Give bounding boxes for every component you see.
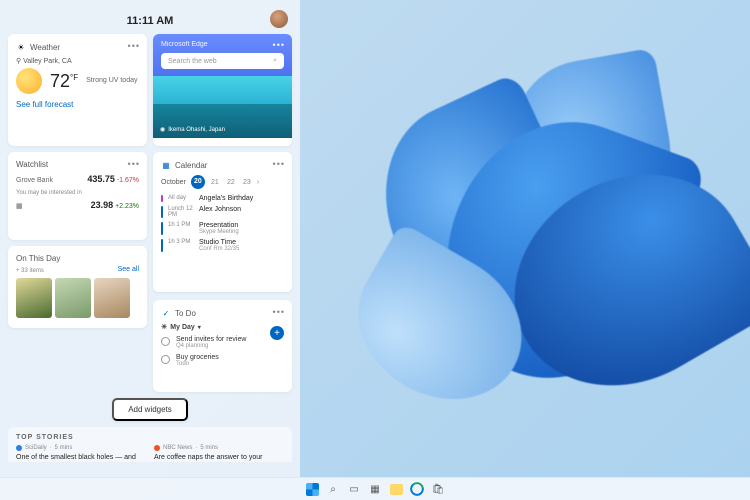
- file-explorer-button[interactable]: [388, 481, 404, 497]
- weather-title: Weather: [30, 43, 60, 52]
- watchlist-suggestion-label: You may be interested in: [16, 190, 139, 196]
- todo-item[interactable]: Buy groceriesTodo: [161, 354, 284, 367]
- weather-location: ⚲Valley Park, CA: [16, 57, 139, 65]
- photos-title: On This Day: [16, 254, 60, 263]
- edge-more-icon[interactable]: •••: [273, 40, 285, 50]
- news-section: TOP STORIES SciDaily · 5 mins One of the…: [8, 427, 292, 462]
- weather-widget[interactable]: ☀ Weather ••• ⚲Valley Park, CA 72°F Stro…: [8, 34, 147, 146]
- stock-row[interactable]: ▦ 23.98 +2.23%: [16, 200, 139, 210]
- user-avatar[interactable]: [270, 10, 288, 28]
- calendar-event[interactable]: All day Angela's Birthday: [161, 195, 284, 202]
- news-item[interactable]: NBC News · 5 mins Are coffee naps the an…: [154, 445, 284, 462]
- edge-widget[interactable]: Microsoft Edge ••• Search the web ⌕ ◉Ike…: [153, 34, 292, 146]
- edge-title: Microsoft Edge: [161, 41, 284, 48]
- stock-row[interactable]: Grove Bank 435.75 -1.67%: [16, 174, 139, 184]
- see-all-link[interactable]: See all: [118, 266, 139, 273]
- calendar-icon: ▦: [161, 160, 171, 170]
- calendar-day[interactable]: 23: [241, 179, 253, 186]
- see-forecast-link[interactable]: See full forecast: [16, 100, 139, 109]
- todo-checkbox[interactable]: [161, 337, 170, 346]
- calendar-more-icon[interactable]: •••: [273, 159, 285, 169]
- todo-more-icon[interactable]: •••: [273, 307, 285, 317]
- calendar-day-selected[interactable]: 20: [191, 175, 205, 189]
- photo-thumbnail[interactable]: [16, 278, 52, 318]
- widgets-panel: 11:11 AM ☀ Weather ••• ⚲Valley Park, CA …: [0, 0, 300, 477]
- watchlist-title: Watchlist: [16, 160, 48, 169]
- taskbar: ⌕ ▭ ▦ 🛍: [0, 477, 750, 500]
- news-item[interactable]: SciDaily · 5 mins One of the smallest bl…: [16, 445, 146, 462]
- calendar-widget[interactable]: ▦ Calendar ••• October 20 21 22 23 › All…: [153, 152, 292, 292]
- search-icon: ⌕: [273, 57, 277, 65]
- todo-title: To Do: [175, 309, 196, 318]
- edge-search-input[interactable]: Search the web ⌕: [161, 53, 284, 69]
- calendar-event[interactable]: Lunch 12 PM Alex Johnson: [161, 206, 284, 218]
- calendar-title: Calendar: [175, 161, 207, 170]
- add-widgets-button[interactable]: Add widgets: [112, 398, 188, 421]
- calendar-day[interactable]: 21: [209, 179, 221, 186]
- sun-icon: [16, 68, 42, 94]
- photos-widget[interactable]: On This Day + 33 items See all: [8, 246, 147, 328]
- todo-checkbox[interactable]: [161, 355, 170, 364]
- check-icon: ✓: [161, 308, 171, 318]
- photo-thumbnail[interactable]: [94, 278, 130, 318]
- photo-thumbnail[interactable]: [55, 278, 91, 318]
- calendar-event[interactable]: 1h 1 PM PresentationSkype Meeting: [161, 222, 284, 235]
- task-view-button[interactable]: ▭: [346, 481, 362, 497]
- widgets-button[interactable]: ▦: [367, 481, 383, 497]
- start-button[interactable]: [304, 481, 320, 497]
- weather-icon: ☀: [16, 42, 26, 52]
- todo-widget[interactable]: ✓ To Do ••• ☀My Day▾ + Send invites for …: [153, 300, 292, 392]
- weather-description: Strong UV today: [86, 76, 137, 85]
- weather-more-icon[interactable]: •••: [128, 41, 140, 51]
- weather-temperature: 72°F: [50, 71, 78, 92]
- calendar-event[interactable]: 1h 3 PM Studio TimeConf Rm 32/35: [161, 239, 284, 252]
- calendar-month[interactable]: October: [161, 179, 186, 186]
- edge-photo: ◉Ikema Ohashi, Japan: [153, 76, 292, 138]
- edge-caption: ◉Ikema Ohashi, Japan: [160, 126, 225, 133]
- store-button[interactable]: 🛍: [430, 481, 446, 497]
- news-label: TOP STORIES: [16, 434, 284, 441]
- watchlist-widget[interactable]: Watchlist ••• Grove Bank 435.75 -1.67% Y…: [8, 152, 147, 240]
- add-task-button[interactable]: +: [270, 326, 284, 340]
- todo-item[interactable]: Send invites for reviewQ4 planning: [161, 336, 284, 349]
- search-button[interactable]: ⌕: [325, 481, 341, 497]
- edge-button[interactable]: [409, 481, 425, 497]
- calendar-next-icon[interactable]: ›: [257, 179, 259, 186]
- calendar-day[interactable]: 22: [225, 179, 237, 186]
- panel-time: 11:11 AM: [127, 15, 174, 27]
- todo-myday[interactable]: ☀My Day▾: [161, 323, 284, 331]
- watchlist-more-icon[interactable]: •••: [128, 159, 140, 169]
